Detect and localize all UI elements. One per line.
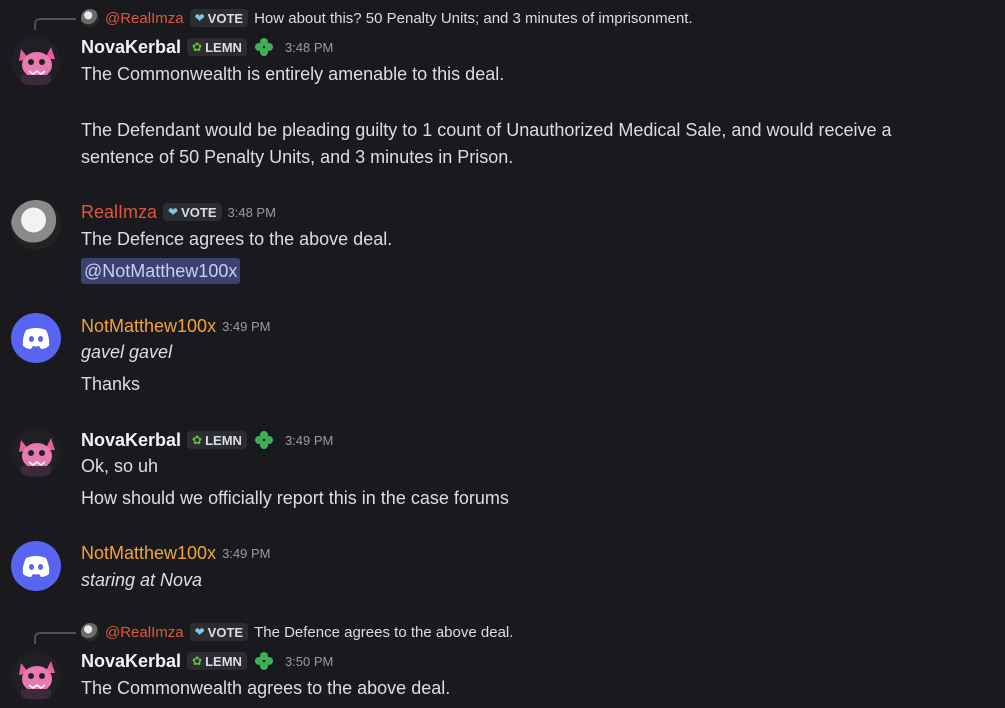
message-line: The Defence agrees to the above deal.	[81, 229, 393, 249]
lemn-tag[interactable]: ✿ LEMN	[187, 431, 247, 449]
tag-label: LEMN	[205, 653, 242, 669]
reply-line	[34, 18, 76, 30]
message-line: The Commonwealth is entirely amenable to…	[81, 64, 505, 84]
message-line: Thanks	[81, 374, 141, 394]
avatar[interactable]	[11, 313, 61, 363]
message-line: How should we officially report this in …	[81, 488, 509, 508]
message-header: NovaKerbal ✿ LEMN 3:50 PM	[81, 649, 333, 673]
lemn-tag[interactable]: ✿ LEMN	[187, 652, 247, 670]
leaf-icon: ✿	[192, 40, 203, 54]
avatar[interactable]	[11, 428, 61, 478]
timestamp[interactable]: 3:49 PM	[222, 319, 270, 334]
clover-icon[interactable]	[253, 429, 275, 451]
heart-icon: ❤	[168, 205, 179, 219]
tag-label: LEMN	[205, 432, 242, 448]
leaf-icon: ✿	[192, 654, 203, 668]
reply-line	[34, 632, 76, 644]
message-line: gavel gavel	[81, 342, 173, 362]
clover-icon[interactable]	[253, 36, 275, 58]
tag-label: LEMN	[205, 39, 242, 55]
discord-logo-icon	[22, 328, 50, 349]
reply-author[interactable]: @RealImza	[105, 10, 184, 27]
author-name[interactable]: NovaKerbal	[81, 651, 181, 672]
avatar[interactable]	[11, 200, 61, 250]
reply-text: How about this? 50 Penalty Units; and 3 …	[254, 9, 693, 27]
tag-label: VOTE	[207, 10, 244, 26]
timestamp[interactable]: 3:48 PM	[285, 40, 333, 55]
author-name[interactable]: NotMatthew100x	[81, 316, 216, 337]
author-name[interactable]: RealImza	[81, 202, 157, 223]
vote-tag[interactable]: ❤ VOTE	[163, 203, 222, 221]
author-name[interactable]: NovaKerbal	[81, 37, 181, 58]
timestamp[interactable]: 3:48 PM	[228, 205, 276, 220]
reply-avatar	[81, 9, 99, 27]
lemn-tag[interactable]: ✿ LEMN	[187, 38, 247, 56]
vote-tag[interactable]: ❤ VOTE	[189, 623, 249, 641]
message-header: NotMatthew100x 3:49 PM	[81, 541, 271, 565]
reply-avatar	[81, 623, 99, 641]
message-header: RealImza ❤ VOTE 3:48 PM	[81, 200, 276, 224]
discord-logo-icon	[22, 556, 50, 577]
author-name[interactable]: NovaKerbal	[81, 430, 181, 451]
message-header: NovaKerbal ✿ LEMN 3:49 PM	[81, 428, 333, 452]
clover-icon[interactable]	[253, 650, 275, 672]
heart-icon: ❤	[194, 625, 205, 639]
leaf-icon: ✿	[192, 433, 203, 447]
message-line: Ok, so uh	[81, 456, 159, 476]
reply-text: The Defence agrees to the above deal.	[254, 623, 514, 641]
timestamp[interactable]: 3:49 PM	[222, 546, 270, 561]
avatar[interactable]	[11, 651, 61, 701]
reply-preview[interactable]: @RealImza ❤ VOTE How about this? 50 Penal…	[81, 8, 693, 28]
avatar[interactable]	[11, 37, 61, 87]
avatar[interactable]	[11, 541, 61, 591]
nova-avatar-icon	[11, 651, 61, 701]
reply-preview[interactable]: @RealImza ❤ VOTE The Defence agrees to th…	[81, 622, 513, 642]
message-line: The Defendant would be pleading guilty t…	[81, 120, 892, 140]
timestamp[interactable]: 3:50 PM	[285, 654, 333, 669]
nova-avatar-icon	[11, 428, 61, 478]
message-line: staring at Nova	[81, 570, 203, 590]
message-header: NotMatthew100x 3:49 PM	[81, 314, 271, 338]
reply-author[interactable]: @RealImza	[105, 624, 184, 641]
timestamp[interactable]: 3:49 PM	[285, 433, 333, 448]
message-header: NovaKerbal ✿ LEMN 3:48 PM	[81, 35, 333, 59]
heart-icon: ❤	[194, 11, 205, 25]
tag-label: VOTE	[181, 204, 217, 220]
message-line: sentence of 50 Penalty Units, and 3 minu…	[81, 147, 514, 167]
author-name[interactable]: NotMatthew100x	[81, 543, 216, 564]
nova-avatar-icon	[11, 37, 61, 87]
user-mention[interactable]: @NotMatthew100x	[81, 258, 241, 284]
tag-label: VOTE	[207, 624, 244, 640]
message-line: The Commonwealth agrees to the above dea…	[81, 678, 451, 698]
vote-tag[interactable]: ❤ VOTE	[189, 9, 249, 27]
